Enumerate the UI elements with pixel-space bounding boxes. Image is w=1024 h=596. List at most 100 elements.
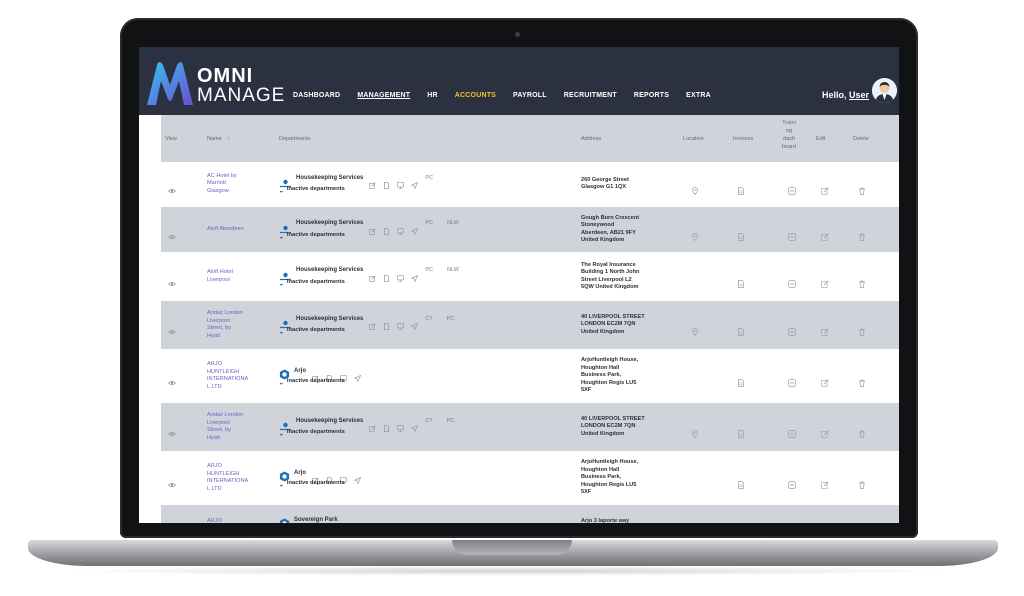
document-icon[interactable] — [383, 220, 390, 235]
inactive-departments-toggle[interactable]: ⌃ Inactive departments — [279, 429, 345, 435]
send-icon[interactable] — [386, 516, 393, 523]
sort-arrow-icon[interactable]: ↑ — [227, 136, 230, 142]
client-name-link[interactable]: ARJOHUNTLEIGH — [207, 518, 265, 524]
edit-small-icon[interactable] — [369, 220, 377, 235]
edit-icon[interactable] — [821, 226, 829, 241]
edit-small-icon[interactable] — [369, 315, 377, 330]
invoice-icon[interactable] — [737, 226, 745, 241]
edit-icon[interactable] — [821, 180, 829, 195]
nav-payroll[interactable]: PAYROLL — [513, 92, 547, 99]
delete-icon[interactable] — [858, 226, 866, 241]
training-dashboard-icon[interactable] — [788, 321, 796, 336]
view-icon[interactable] — [167, 321, 177, 335]
send-icon[interactable] — [353, 469, 362, 485]
training-dashboard-icon[interactable] — [788, 474, 796, 489]
edit-icon[interactable] — [821, 474, 829, 489]
delete-icon[interactable] — [858, 273, 866, 288]
delete-icon[interactable] — [858, 180, 866, 195]
monitor-icon[interactable] — [397, 417, 405, 432]
department-name[interactable]: Arjo — [294, 470, 306, 476]
client-name-link[interactable]: ARJO HUNTLEIGH INTERNATIONA L LTD — [207, 463, 265, 493]
edit-small-icon[interactable] — [369, 417, 377, 432]
send-icon[interactable] — [410, 315, 419, 331]
department-name[interactable]: Housekeeping Services — [296, 175, 363, 181]
invoice-icon[interactable] — [737, 321, 745, 336]
document-icon[interactable] — [358, 516, 365, 523]
inactive-departments-toggle[interactable]: ⌃ Inactive departments — [279, 378, 345, 384]
delete-icon[interactable] — [858, 321, 866, 336]
training-dashboard-icon[interactable] — [788, 226, 796, 241]
inactive-departments-toggle[interactable]: ⌃ Inactive departments — [279, 232, 345, 238]
inactive-departments-toggle[interactable]: ⌃ Inactive departments — [279, 480, 345, 486]
location-pin-icon[interactable] — [691, 226, 699, 241]
send-icon[interactable] — [410, 220, 419, 235]
invoice-icon[interactable] — [737, 474, 745, 489]
client-name-link[interactable]: Aloft Aberdeen — [207, 226, 265, 234]
delete-icon[interactable] — [858, 474, 866, 489]
view-icon[interactable] — [167, 226, 177, 239]
nav-management[interactable]: MANAGEMENT — [357, 92, 410, 99]
nav-reports[interactable]: REPORTS — [634, 92, 669, 99]
view-icon[interactable] — [167, 273, 177, 286]
monitor-icon[interactable] — [340, 469, 347, 484]
monitor-icon[interactable] — [372, 516, 379, 523]
training-dashboard-icon[interactable] — [788, 372, 796, 387]
client-name-link[interactable]: Andaz London Liverpool Street, by Hyatt — [207, 310, 265, 340]
location-pin-icon[interactable] — [691, 321, 699, 337]
invoice-icon[interactable] — [737, 423, 745, 438]
nav-extra[interactable]: EXTRA — [686, 92, 711, 99]
document-icon[interactable] — [383, 174, 390, 189]
document-icon[interactable] — [326, 367, 333, 382]
edit-icon[interactable] — [821, 423, 829, 438]
department-name[interactable]: Housekeeping Services — [296, 316, 363, 322]
location-pin-icon[interactable] — [691, 180, 699, 196]
view-icon[interactable] — [168, 521, 176, 523]
avatar[interactable] — [872, 78, 897, 103]
view-icon[interactable] — [167, 180, 177, 194]
monitor-icon[interactable] — [397, 174, 405, 189]
send-icon[interactable] — [410, 267, 419, 282]
header-name[interactable]: Name ↑ — [207, 135, 230, 143]
nav-recruitment[interactable]: RECRUITMENT — [564, 92, 617, 99]
user-menu-link[interactable]: User — [849, 90, 869, 100]
client-name-link[interactable]: AC Hotel by Marriott Glasgow — [207, 173, 265, 196]
inactive-departments-toggle[interactable]: ⌃ Inactive departments — [279, 186, 345, 192]
edit-icon[interactable] — [821, 321, 829, 336]
document-icon[interactable] — [383, 267, 390, 282]
invoice-icon[interactable] — [737, 372, 745, 387]
nav-accounts[interactable]: ACCOUNTS — [455, 92, 496, 99]
department-name[interactable]: Housekeeping Services — [296, 220, 363, 226]
location-pin-icon[interactable] — [691, 423, 699, 439]
department-name[interactable]: Housekeeping Services — [296, 267, 363, 273]
view-icon[interactable] — [167, 372, 177, 386]
view-icon[interactable] — [167, 474, 177, 488]
edit-small-icon[interactable] — [369, 267, 377, 282]
send-icon[interactable] — [353, 367, 362, 383]
monitor-icon[interactable] — [397, 220, 405, 235]
client-name-link[interactable]: ARJO HUNTLEIGH INTERNATIONA L LTD — [207, 361, 265, 391]
inactive-departments-toggle[interactable]: ⌃ Inactive departments — [279, 279, 345, 285]
training-dashboard-icon[interactable] — [788, 273, 796, 288]
edit-small-icon[interactable] — [344, 516, 351, 523]
document-icon[interactable] — [383, 417, 390, 432]
department-name[interactable]: Housekeeping Services — [296, 418, 363, 424]
document-icon[interactable] — [383, 315, 390, 330]
view-icon[interactable] — [167, 423, 177, 437]
department-name[interactable]: Arjo — [294, 368, 306, 374]
edit-icon[interactable] — [821, 273, 829, 288]
invoice-icon[interactable] — [737, 273, 745, 288]
edit-small-icon[interactable] — [312, 367, 319, 382]
edit-small-icon[interactable] — [369, 174, 377, 189]
edit-small-icon[interactable] — [312, 469, 319, 484]
client-name-link[interactable]: Andaz London Liverpool Street, by Hyatt — [207, 412, 265, 442]
monitor-icon[interactable] — [397, 315, 405, 330]
client-name-link[interactable]: Aloft Hotel Liverpool — [207, 269, 265, 284]
training-dashboard-icon[interactable] — [788, 423, 796, 438]
send-icon[interactable] — [410, 417, 419, 433]
edit-icon[interactable] — [821, 372, 829, 387]
invoice-icon[interactable] — [737, 180, 745, 195]
department-name[interactable]: Sovereign Park — [294, 517, 338, 523]
send-icon[interactable] — [410, 174, 419, 190]
inactive-departments-toggle[interactable]: ⌃ Inactive departments — [279, 327, 345, 333]
monitor-icon[interactable] — [340, 367, 347, 382]
